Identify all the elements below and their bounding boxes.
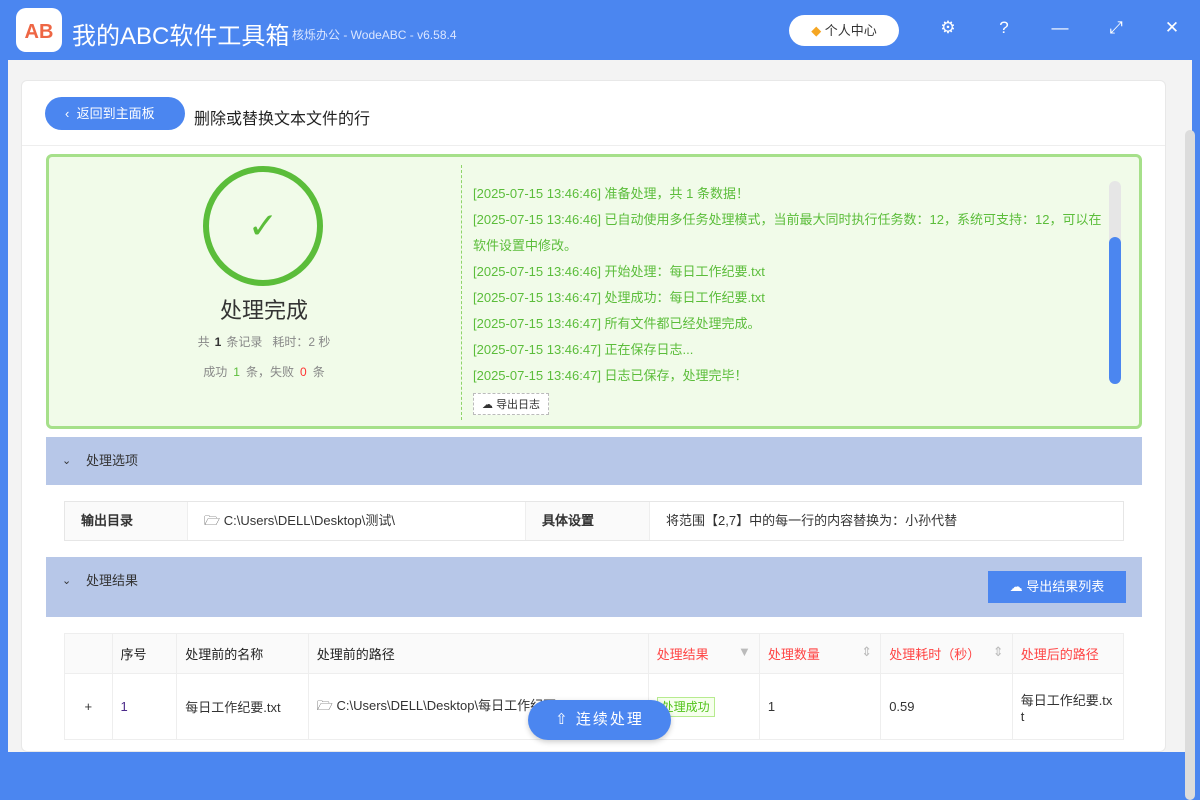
app-title: 我的ABC软件工具箱 bbox=[72, 23, 290, 50]
divider bbox=[461, 165, 462, 420]
divider bbox=[22, 145, 1165, 146]
back-button[interactable]: ‹ 返回到主面板 bbox=[45, 97, 185, 130]
cloud-upload-icon: ☁ bbox=[1009, 579, 1027, 594]
chevron-down-icon: ⌄ bbox=[62, 575, 72, 587]
export-log-button[interactable]: ☁ 导出日志 bbox=[473, 393, 550, 415]
cell-count: 1 bbox=[758, 673, 882, 740]
header-path: 处理前的路径 bbox=[307, 633, 649, 674]
continue-button[interactable]: ⇧ 连续处理 bbox=[528, 700, 671, 740]
options-row: 输出目录 🗁 C:\Users\DELL\Desktop\测试\ 具体设置 将范… bbox=[64, 501, 1124, 541]
section-title: 处理结果 bbox=[86, 573, 139, 588]
app-subtitle: 核烁办公 - WodeABC - v6.58.4 bbox=[292, 28, 457, 42]
main-card: ‹ 返回到主面板 删除或替换文本文件的行 ✓ 处理完成 共 1 条记录 耗时：2 秒… bbox=[21, 80, 1166, 752]
minimize-icon[interactable]: — bbox=[1048, 18, 1072, 38]
expand-button[interactable]: + bbox=[64, 673, 113, 740]
user-center-button[interactable]: ◆ 个人中心 bbox=[789, 15, 899, 46]
success-stats: 成功 1 条，失败 0 条 bbox=[203, 365, 325, 379]
header-index: 序号 bbox=[111, 633, 178, 674]
scrollbar-thumb[interactable] bbox=[1109, 237, 1121, 384]
export-results-label: 导出结果列表 bbox=[1026, 579, 1105, 594]
diamond-icon: ◆ bbox=[811, 23, 825, 38]
settings-value: 将范围【2,7】中的每一行的内容替换为：小孙代替 bbox=[649, 502, 1123, 540]
header-time[interactable]: 处理耗时（秒） ⇕ bbox=[880, 633, 1013, 674]
header-expand bbox=[64, 633, 113, 674]
continue-label: 连续处理 bbox=[575, 711, 644, 728]
chevron-left-icon: ‹ bbox=[65, 106, 77, 121]
log-scrollbar[interactable] bbox=[1109, 181, 1121, 384]
log-list: [2025-07-15 13:46:46] 准备处理，共 1 条数据！ [202… bbox=[473, 181, 1103, 389]
back-label: 返回到主面板 bbox=[76, 106, 155, 121]
log-line: [2025-07-15 13:46:46] 准备处理，共 1 条数据！ bbox=[473, 186, 750, 201]
log-line: [2025-07-15 13:46:47] 日志已保存，处理完毕！ bbox=[473, 368, 748, 383]
section-title: 处理选项 bbox=[86, 453, 139, 468]
filter-icon[interactable]: ▼ bbox=[738, 644, 751, 659]
page-title: 删除或替换文本文件的行 bbox=[194, 111, 371, 128]
settings-icon[interactable]: ⚙ bbox=[936, 18, 960, 38]
maximize-icon[interactable]: ⤢ bbox=[1104, 18, 1128, 38]
result-summary-panel: ✓ 处理完成 共 1 条记录 耗时：2 秒 成功 1 条，失败 0 条 [2025-07-1… bbox=[46, 154, 1142, 429]
app-logo: AB bbox=[16, 8, 62, 52]
header-name: 处理前的名称 bbox=[176, 633, 309, 674]
options-section-header[interactable]: ⌄ 处理选项 bbox=[46, 437, 1142, 485]
log-line: [2025-07-15 13:46:47] 正在保存日志... bbox=[473, 342, 694, 357]
folder-icon: 🗁 bbox=[316, 697, 337, 713]
user-center-label: 个人中心 bbox=[824, 23, 877, 38]
export-results-button[interactable]: ☁ 导出结果列表 bbox=[988, 571, 1126, 603]
output-dir-value[interactable]: 🗁 C:\Users\DELL\Desktop\测试\ bbox=[187, 502, 525, 540]
check-circle-icon: ✓ bbox=[203, 166, 323, 286]
cell-name: 每日工作纪要.txt bbox=[176, 673, 309, 740]
settings-label: 具体设置 bbox=[525, 502, 649, 540]
sort-icon: ⇕ bbox=[861, 644, 873, 659]
table-header: 序号 处理前的名称 处理前的路径 处理结果 ▼ 处理数量 ⇕ 处理耗时（秒） ⇕ 处理… bbox=[64, 633, 1125, 674]
header-count[interactable]: 处理数量 ⇕ bbox=[758, 633, 882, 674]
output-dir-label: 输出目录 bbox=[65, 502, 187, 540]
log-line: [2025-07-15 13:46:46] 已自动使用多任务处理模式，当前最大同… bbox=[473, 212, 1102, 253]
log-line: [2025-07-15 13:46:46] 开始处理：每日工作纪要.txt bbox=[473, 264, 765, 279]
cell-time: 0.59 bbox=[880, 673, 1013, 740]
cell-output-path[interactable]: 每日工作纪要.txt bbox=[1011, 673, 1125, 740]
cloud-upload-icon: ☁ bbox=[482, 399, 497, 411]
cell-index: 1 bbox=[111, 673, 178, 740]
title-bar: AB 我的ABC软件工具箱 核烁办公 - WodeABC - v6.58.4 ◆… bbox=[0, 0, 1200, 60]
help-icon[interactable]: ? bbox=[992, 18, 1016, 38]
sort-icon: ⇕ bbox=[992, 644, 1004, 659]
log-line: [2025-07-15 13:46:47] 所有文件都已经处理完成。 bbox=[473, 316, 761, 331]
chevron-down-icon: ⌄ bbox=[62, 455, 72, 467]
export-log-label: 导出日志 bbox=[496, 399, 541, 411]
status-text: 处理完成 bbox=[219, 298, 308, 323]
rocket-icon: ⇧ bbox=[555, 711, 576, 728]
header-result[interactable]: 处理结果 ▼ bbox=[647, 633, 760, 674]
header-output-path: 处理后的路径 bbox=[1011, 633, 1125, 674]
main-scrollbar[interactable] bbox=[1185, 130, 1195, 800]
results-section-header[interactable]: ⌄ 处理结果 bbox=[46, 557, 1142, 617]
log-line: [2025-07-15 13:46:47] 处理成功：每日工作纪要.txt bbox=[473, 290, 765, 305]
content-area: ‹ 返回到主面板 删除或替换文本文件的行 ✓ 处理完成 共 1 条记录 耗时：2 秒… bbox=[8, 60, 1195, 800]
close-icon[interactable]: ✕ bbox=[1160, 18, 1184, 38]
output-dir-text: C:\Users\DELL\Desktop\测试\ bbox=[223, 513, 395, 528]
folder-icon: 🗁 bbox=[204, 513, 224, 528]
record-stats: 共 1 条记录 耗时：2 秒 bbox=[197, 335, 331, 349]
